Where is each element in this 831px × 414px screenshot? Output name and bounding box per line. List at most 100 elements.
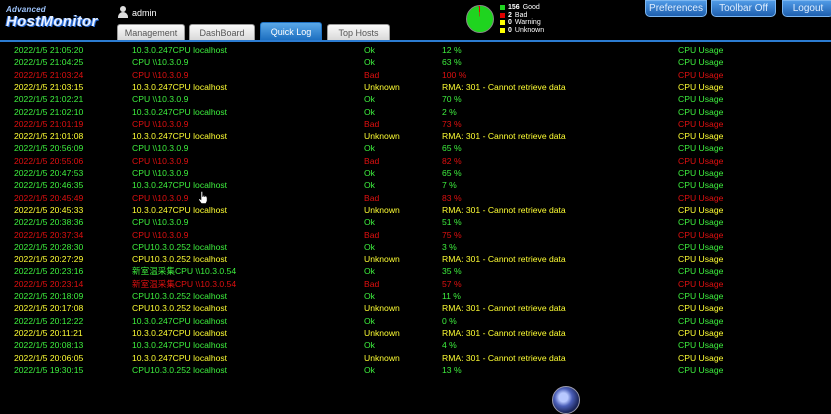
tab-management[interactable]: Management xyxy=(117,24,185,40)
log-row[interactable]: 2022/1/5 21:04:25 CPU \\10.3.0.9 Ok 63 % CPU… xyxy=(0,56,831,68)
log-reply: 65 % xyxy=(442,168,462,178)
log-test-method: CPU Usage xyxy=(678,45,724,55)
log-status: Ok xyxy=(364,291,375,301)
log-test-method: CPU Usage xyxy=(678,291,724,301)
log-row[interactable]: 2022/1/5 20:28:30 CPU10.3.0.252 localhost… xyxy=(0,241,831,253)
log-test-method: CPU Usage xyxy=(678,57,724,68)
log-row[interactable]: 2022/1/5 20:55:06 CPU \\10.3.0.9 Bad 82 % CP… xyxy=(0,155,831,167)
log-row[interactable]: 2022/1/5 20:56:09 CPU \\10.3.0.9 Ok 65 % CPU… xyxy=(0,142,831,154)
log-row[interactable]: 2022/1/5 20:27:29 CPU10.3.0.252 localhost… xyxy=(0,253,831,265)
log-row[interactable]: 2022/1/5 21:02:21 CPU \\10.3.0.9 Ok 70 % CPU… xyxy=(0,93,831,105)
log-test-method: CPU Usage xyxy=(678,118,724,129)
log-reply: RMA: 301 - Cannot retrieve data xyxy=(442,352,566,363)
log-status: Ok xyxy=(364,340,375,351)
toolbar-off-button[interactable]: Toolbar Off xyxy=(711,0,776,17)
preferences-button[interactable]: Preferences xyxy=(645,0,707,17)
log-reply: 0 % xyxy=(442,315,457,326)
log-time: 2022/1/5 20:06:05 xyxy=(14,352,84,363)
log-row[interactable]: 2022/1/5 20:46:35 10.3.0.247CPU localhost… xyxy=(0,179,831,191)
log-status: Bad xyxy=(364,278,380,289)
logo-line2: HostMonitor xyxy=(6,13,98,30)
log-reply: 75 % xyxy=(442,229,462,240)
log-host: 10.3.0.247CPU localhost xyxy=(132,131,228,142)
log-time: 2022/1/5 21:05:20 xyxy=(14,45,84,55)
log-row[interactable]: 2022/1/5 20:17:08 CPU10.3.0.252 localhost… xyxy=(0,302,831,314)
legend-warning: 0 Warning xyxy=(500,19,544,27)
log-row[interactable]: 2022/1/5 20:18:09 CPU10.3.0.252 localhost… xyxy=(0,290,831,302)
unknown-swatch-icon xyxy=(500,27,505,33)
avatar-icon[interactable] xyxy=(552,386,580,414)
log-status: Ok xyxy=(364,57,375,68)
log-status: Unknown xyxy=(364,303,400,314)
log-row[interactable]: 2022/1/5 21:05:20 10.3.0.247CPU localhost… xyxy=(0,44,831,56)
log-status: Unknown xyxy=(364,327,400,338)
log-reply: RMA: 301 - Cannot retrieve data xyxy=(442,327,566,338)
log-reply: 12 % xyxy=(442,45,462,55)
log-time: 2022/1/5 21:03:24 xyxy=(14,69,84,80)
log-reply: 73 % xyxy=(442,118,462,129)
log-row[interactable]: 2022/1/5 20:23:14 新室温采集CPU \\10.3.0.54 Bad… xyxy=(0,278,831,290)
bad-swatch-icon xyxy=(500,12,505,18)
log-row[interactable]: 2022/1/5 21:02:10 10.3.0.247CPU localhost… xyxy=(0,106,831,118)
hand-cursor-icon xyxy=(198,191,208,204)
log-row[interactable]: 2022/1/5 20:47:53 CPU \\10.3.0.9 Ok 65 % CPU… xyxy=(0,167,831,179)
tab-quick-log[interactable]: Quick Log xyxy=(260,22,322,40)
log-test-method: CPU Usage xyxy=(678,278,724,289)
log-row[interactable]: 2022/1/5 20:23:16 新室温采集CPU \\10.3.0.54 Ok 3… xyxy=(0,265,831,277)
user-icon xyxy=(117,6,129,19)
tab-top-hosts[interactable]: Top Hosts xyxy=(327,24,390,40)
log-reply: 57 % xyxy=(442,278,462,289)
log-time: 2022/1/5 20:11:21 xyxy=(14,327,83,338)
log-row[interactable]: 2022/1/5 21:01:08 10.3.0.247CPU localhost… xyxy=(0,130,831,142)
log-row[interactable]: 2022/1/5 21:03:24 CPU \\10.3.0.9 Bad 100 % C… xyxy=(0,69,831,81)
logout-button[interactable]: Logout xyxy=(782,0,831,17)
legend-bad: 2 Bad xyxy=(500,12,544,20)
log-row[interactable]: 2022/1/5 19:30:15 CPU10.3.0.252 localhost… xyxy=(0,364,831,376)
log-time: 2022/1/5 20:12:22 xyxy=(14,315,84,326)
log-row[interactable]: 2022/1/5 20:45:49 CPU \\10.3.0.9 Bad 83 % CP… xyxy=(0,192,831,204)
log-status: Ok xyxy=(364,94,375,105)
log-test-method: CPU Usage xyxy=(678,204,724,215)
log-host: CPU10.3.0.252 localhost xyxy=(132,254,228,265)
log-status: Unknown xyxy=(364,204,400,215)
log-status: Unknown xyxy=(364,254,400,265)
log-test-method: CPU Usage xyxy=(678,315,724,326)
log-row[interactable]: 2022/1/5 20:38:36 CPU \\10.3.0.9 Ok 51 % CPU… xyxy=(0,216,831,228)
log-host: 新室温采集CPU \\10.3.0.54 xyxy=(132,266,237,277)
log-reply: RMA: 301 - Cannot retrieve data xyxy=(442,81,566,92)
log-test-method: CPU Usage xyxy=(678,241,724,252)
log-row[interactable]: 2022/1/5 20:37:34 CPU \\10.3.0.9 Bad 75 % CP… xyxy=(0,229,831,241)
log-row[interactable]: 2022/1/5 21:01:19 CPU \\10.3.0.9 Bad 73 % CP… xyxy=(0,118,831,130)
log-time: 2022/1/5 20:23:14 xyxy=(14,278,84,289)
log-time: 2022/1/5 20:45:33 xyxy=(14,204,84,215)
log-test-method: CPU Usage xyxy=(678,180,724,191)
log-row[interactable]: 2022/1/5 20:11:21 10.3.0.247CPU localhost… xyxy=(0,327,831,339)
log-status: Bad xyxy=(364,118,380,129)
log-host: CPU10.3.0.252 localhost xyxy=(132,303,228,314)
log-host: CPU \\10.3.0.9 xyxy=(132,168,189,178)
log-row[interactable]: 2022/1/5 20:08:13 10.3.0.247CPU localhost… xyxy=(0,339,831,351)
log-test-method: CPU Usage xyxy=(678,352,724,363)
log-reply: RMA: 301 - Cannot retrieve data xyxy=(442,303,566,314)
log-test-method: CPU Usage xyxy=(678,192,724,203)
log-row[interactable]: 2022/1/5 20:06:05 10.3.0.247CPU localhost… xyxy=(0,352,831,364)
log-time: 2022/1/5 20:55:06 xyxy=(14,155,84,166)
log-time: 2022/1/5 19:30:15 xyxy=(14,364,84,375)
log-time: 2022/1/5 21:01:08 xyxy=(14,131,84,142)
log-status: Ok xyxy=(364,315,375,326)
tab-dashboard[interactable]: DashBoard xyxy=(189,24,255,40)
log-reply: 4 % xyxy=(442,340,457,351)
log-row[interactable]: 2022/1/5 20:12:22 10.3.0.247CPU localhost… xyxy=(0,315,831,327)
log-reply: RMA: 301 - Cannot retrieve data xyxy=(442,204,566,215)
log-time: 2022/1/5 21:03:15 xyxy=(14,81,84,92)
legend-good: 156 Good xyxy=(500,4,544,12)
log-reply: 2 % xyxy=(442,106,457,117)
log-time: 2022/1/5 20:17:08 xyxy=(14,303,84,314)
log-host: CPU \\10.3.0.9 xyxy=(132,155,189,166)
legend-unknown: 0 Unknown xyxy=(500,27,544,35)
log-host: CPU \\10.3.0.9 xyxy=(132,217,189,228)
log-host: 10.3.0.247CPU localhost xyxy=(132,352,228,363)
log-row[interactable]: 2022/1/5 21:03:15 10.3.0.247CPU localhost… xyxy=(0,81,831,93)
log-status: Bad xyxy=(364,229,380,240)
log-row[interactable]: 2022/1/5 20:45:33 10.3.0.247CPU localhost… xyxy=(0,204,831,216)
